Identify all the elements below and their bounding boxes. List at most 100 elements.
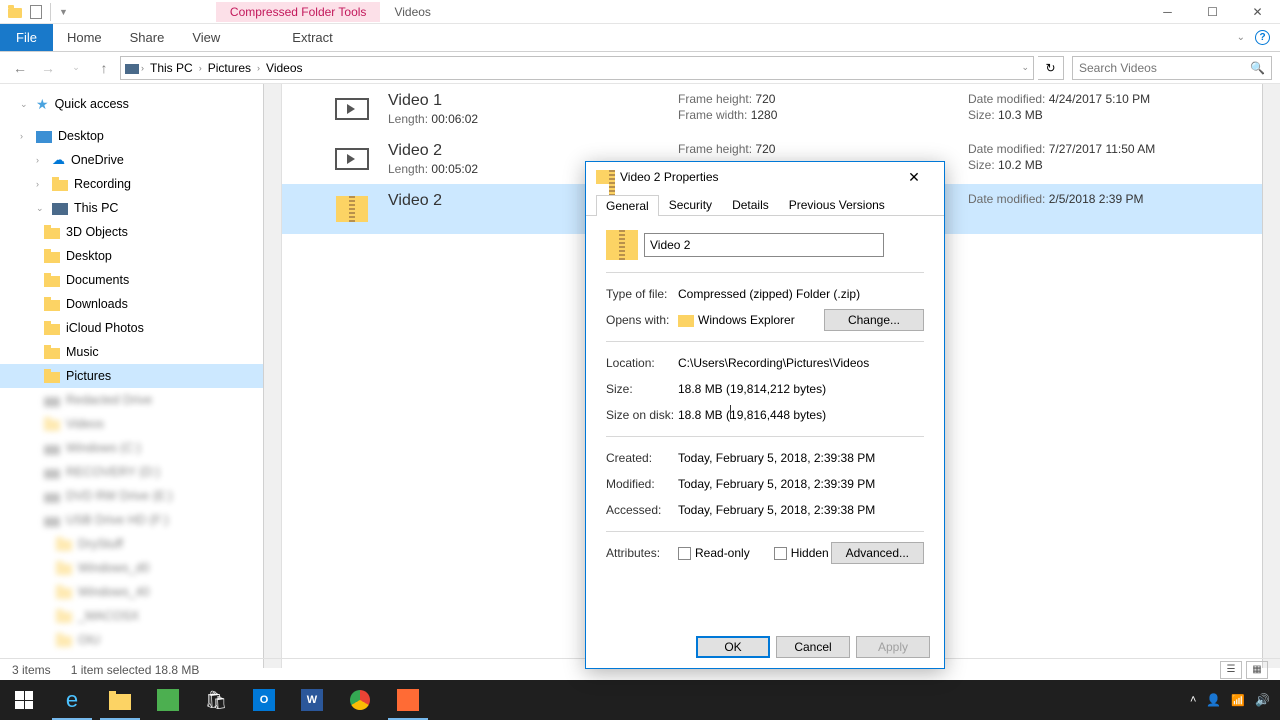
taskbar-app-1[interactable]: [144, 680, 192, 720]
store-icon: 🛍: [205, 690, 228, 711]
tree-item-blurred[interactable]: USB Drive HD (F:): [0, 508, 281, 532]
ribbon-file-tab[interactable]: File: [0, 24, 53, 51]
details-view-button[interactable]: ☰: [1220, 661, 1242, 679]
search-input[interactable]: [1079, 61, 1250, 75]
dialog-tabs: General Security Details Previous Versio…: [586, 190, 944, 216]
tab-general[interactable]: General: [596, 195, 659, 216]
taskbar-app-2[interactable]: [384, 680, 432, 720]
tree-onedrive[interactable]: ›☁OneDrive: [0, 148, 281, 172]
tree-3d-objects[interactable]: 3D Objects: [0, 220, 281, 244]
chevron-right-icon[interactable]: ›: [141, 63, 144, 73]
tree-downloads[interactable]: Downloads: [0, 292, 281, 316]
people-icon[interactable]: 👤: [1206, 693, 1221, 707]
start-button[interactable]: [0, 680, 48, 720]
accessed-label: Accessed:: [606, 503, 678, 517]
tree-item-blurred[interactable]: Redacted Drive: [0, 388, 281, 412]
dialog-close-button[interactable]: ✕: [894, 169, 934, 186]
apply-button[interactable]: Apply: [856, 636, 930, 658]
ribbon-home-tab[interactable]: Home: [53, 24, 116, 51]
tree-desktop-2[interactable]: Desktop: [0, 244, 281, 268]
ribbon-extract-tab[interactable]: Extract: [278, 24, 346, 51]
ribbon-expand-icon[interactable]: ⌄: [1237, 32, 1245, 43]
tree-desktop[interactable]: ›Desktop: [0, 124, 281, 148]
taskbar-explorer[interactable]: [96, 680, 144, 720]
tray-chevron-icon[interactable]: ˄: [1190, 694, 1196, 706]
size-on-disk-value: 18.8 MB (19,816,448 bytes): [678, 408, 924, 422]
nav-recent-button[interactable]: ⌄: [64, 56, 88, 80]
ribbon-view-tab[interactable]: View: [178, 24, 234, 51]
nav-up-button[interactable]: ↑: [92, 56, 116, 80]
taskbar-outlook[interactable]: O: [240, 680, 288, 720]
breadcrumb-this-pc[interactable]: This PC: [146, 61, 197, 75]
accessed-value: Today, February 5, 2018, 2:39:38 PM: [678, 503, 924, 517]
change-button[interactable]: Change...: [824, 309, 924, 331]
thumbnails-view-button[interactable]: ▦: [1246, 661, 1268, 679]
search-box[interactable]: 🔍: [1072, 56, 1272, 80]
tree-item-blurred[interactable]: Windows_40: [0, 580, 281, 604]
tree-item-blurred[interactable]: DVD RW Drive (E:): [0, 484, 281, 508]
volume-icon[interactable]: 🔊: [1255, 693, 1270, 707]
word-icon: W: [301, 689, 323, 711]
location-label: Location:: [606, 356, 678, 370]
nav-back-button[interactable]: ←: [8, 56, 32, 80]
size-value: 18.8 MB (19,814,212 bytes): [678, 382, 924, 396]
breadcrumb-videos[interactable]: Videos: [262, 61, 306, 75]
tree-icloud[interactable]: iCloud Photos: [0, 316, 281, 340]
attributes-label: Attributes:: [606, 546, 678, 560]
tree-item-blurred[interactable]: OIU: [0, 628, 281, 652]
advanced-button[interactable]: Advanced...: [831, 542, 924, 564]
tab-previous-versions[interactable]: Previous Versions: [779, 194, 895, 215]
ok-button[interactable]: OK: [696, 636, 770, 658]
app-icon: [157, 689, 179, 711]
tree-documents[interactable]: Documents: [0, 268, 281, 292]
tab-security[interactable]: Security: [659, 194, 722, 215]
tree-quick-access[interactable]: ⌄★Quick access: [0, 92, 281, 116]
tree-item-blurred[interactable]: RECOVERY (D:): [0, 460, 281, 484]
taskbar-word[interactable]: W: [288, 680, 336, 720]
tree-recording[interactable]: ›Recording: [0, 172, 281, 196]
maximize-button[interactable]: ☐: [1190, 1, 1235, 23]
chevron-right-icon[interactable]: ›: [199, 63, 202, 73]
system-tray[interactable]: ˄ 👤 📶 🔊: [1190, 693, 1280, 707]
qat-dropdown-icon[interactable]: ▼: [59, 7, 68, 17]
tree-item-blurred[interactable]: Videos: [0, 412, 281, 436]
app-icon: [397, 689, 419, 711]
chevron-right-icon[interactable]: ›: [257, 63, 260, 73]
ribbon-share-tab[interactable]: Share: [116, 24, 179, 51]
tree-item-blurred[interactable]: Windows_d0: [0, 556, 281, 580]
file-name-input[interactable]: [644, 233, 884, 257]
close-button[interactable]: ✕: [1235, 1, 1280, 23]
breadcrumb-pictures[interactable]: Pictures: [204, 61, 255, 75]
qat-properties-icon[interactable]: [30, 5, 42, 19]
tab-details[interactable]: Details: [722, 194, 779, 215]
search-icon: 🔍: [1250, 61, 1265, 75]
taskbar-store[interactable]: 🛍: [192, 680, 240, 720]
tree-this-pc[interactable]: ⌄This PC: [0, 196, 281, 220]
address-dropdown-icon[interactable]: ⌄: [1021, 62, 1029, 73]
refresh-button[interactable]: ↻: [1038, 56, 1064, 80]
minimize-button[interactable]: ─: [1145, 1, 1190, 23]
address-box[interactable]: › This PC › Pictures › Videos ⌄: [120, 56, 1034, 80]
folder-icon: [44, 348, 60, 359]
tree-item-blurred[interactable]: DryStuff: [0, 532, 281, 556]
network-icon[interactable]: 📶: [1231, 694, 1245, 707]
cancel-button[interactable]: Cancel: [776, 636, 850, 658]
taskbar-edge[interactable]: e: [48, 680, 96, 720]
file-name: Video 2: [388, 142, 678, 160]
tree-pictures[interactable]: Pictures: [0, 364, 281, 388]
window-titlebar: ▼ Compressed Folder Tools Videos ─ ☐ ✕: [0, 0, 1280, 24]
nav-forward-button[interactable]: →: [36, 56, 60, 80]
tree-item-blurred[interactable]: _MACOSX: [0, 604, 281, 628]
help-icon[interactable]: ?: [1255, 30, 1270, 45]
readonly-checkbox[interactable]: Read-only: [678, 546, 750, 560]
file-row-video-1[interactable]: Video 1 Length: 00:06:02 Frame height: 7…: [282, 84, 1280, 134]
dialog-titlebar[interactable]: Video 2 Properties ✕: [586, 162, 944, 192]
hidden-checkbox[interactable]: Hidden: [774, 546, 829, 560]
outlook-icon: O: [253, 689, 275, 711]
tree-music[interactable]: Music: [0, 340, 281, 364]
explorer-icon: [678, 315, 694, 327]
tree-item-blurred[interactable]: Windows (C:): [0, 436, 281, 460]
folder-icon: [44, 276, 60, 287]
contextual-tab-label: Compressed Folder Tools: [216, 2, 381, 22]
taskbar-chrome[interactable]: [336, 680, 384, 720]
